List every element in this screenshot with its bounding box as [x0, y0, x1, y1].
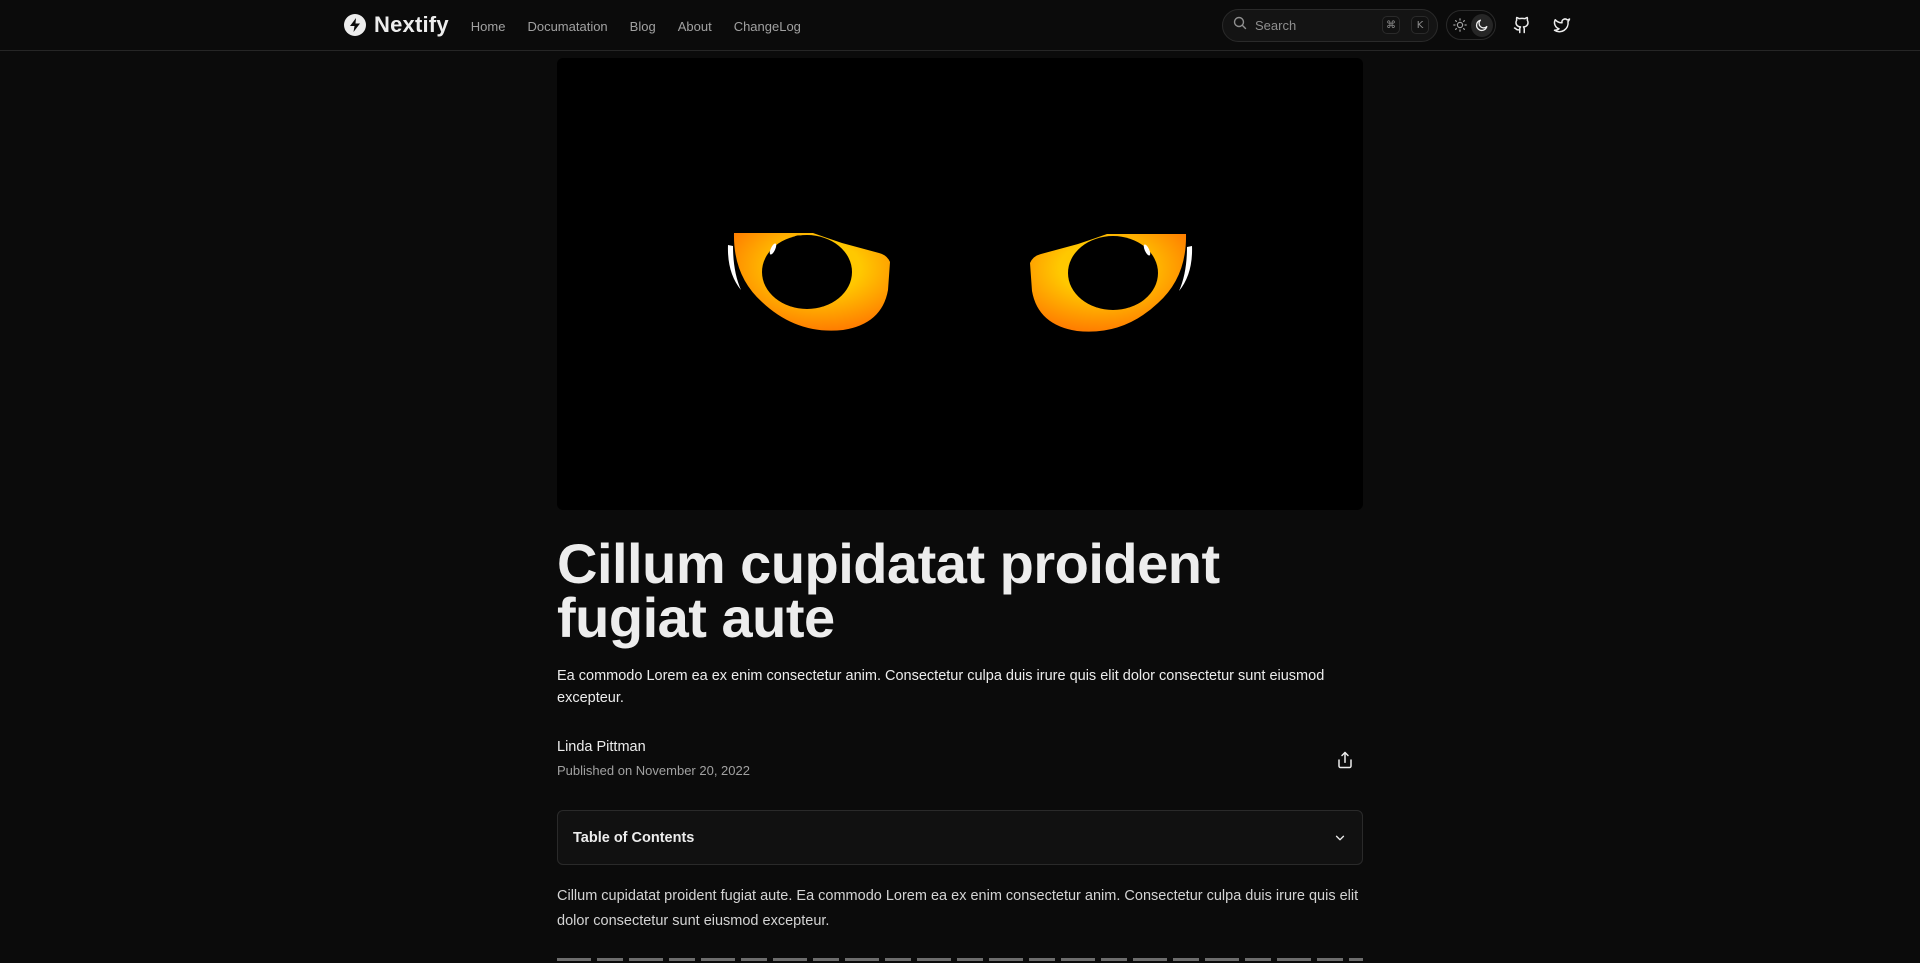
sun-icon — [1453, 18, 1467, 32]
dark-theme-button[interactable] — [1471, 13, 1493, 37]
article-paragraph: Cillum cupidatat proident fugiat aute. E… — [557, 888, 1359, 929]
light-theme-button[interactable] — [1449, 14, 1471, 37]
twitter-icon — [1553, 18, 1571, 33]
navbar-actions: Search ⌘ K — [1222, 8, 1576, 42]
brand-logo-link[interactable]: Nextify — [344, 12, 449, 38]
nav-link-changelog[interactable]: ChangeLog — [734, 19, 801, 34]
chevron-down-icon — [1335, 835, 1345, 840]
brand-name: Nextify — [374, 12, 449, 37]
nav-link-about[interactable]: About — [678, 19, 712, 34]
search-icon — [1233, 16, 1247, 35]
left-eye — [727, 233, 890, 331]
lightning-icon — [344, 14, 366, 36]
hero-image — [557, 58, 1363, 510]
github-icon — [1513, 16, 1529, 34]
article-title: Cillum cupidatat proident fugiat aute — [557, 532, 1220, 649]
right-eye — [1030, 234, 1193, 332]
moon-icon — [1475, 19, 1488, 32]
nav-link-blog[interactable]: Blog — [630, 19, 656, 34]
search-button[interactable]: Search ⌘ K — [1222, 8, 1438, 42]
twitter-link[interactable] — [1548, 11, 1576, 39]
nav-link-documentation[interactable]: Documatation — [527, 19, 607, 34]
cat-eyes-illustration — [727, 233, 1193, 332]
k-key-hint: K — [1411, 16, 1429, 34]
toc-label: Table of Contents — [573, 829, 695, 846]
theme-toggle — [1446, 10, 1496, 40]
github-link[interactable] — [1508, 11, 1536, 39]
search-placeholder: Search — [1255, 17, 1297, 33]
top-navbar: Nextify Home Documatation Blog About Cha… — [0, 0, 1920, 51]
main-menu: Home Documatation Blog About ChangeLog — [471, 19, 801, 34]
command-key-hint: ⌘ — [1382, 16, 1400, 34]
author-name: Linda Pittman — [557, 739, 646, 755]
share-icon — [1338, 751, 1352, 769]
publish-date: Published on November 20, 2022 — [557, 763, 750, 778]
article-description: Ea commodo Lorem ea ex enim consectetur … — [557, 668, 1325, 706]
nav-link-home[interactable]: Home — [471, 19, 506, 34]
table-of-contents-toggle[interactable]: Table of Contents — [557, 810, 1363, 865]
share-button[interactable] — [1333, 748, 1357, 772]
article-paragraph-truncated — [557, 951, 1363, 963]
